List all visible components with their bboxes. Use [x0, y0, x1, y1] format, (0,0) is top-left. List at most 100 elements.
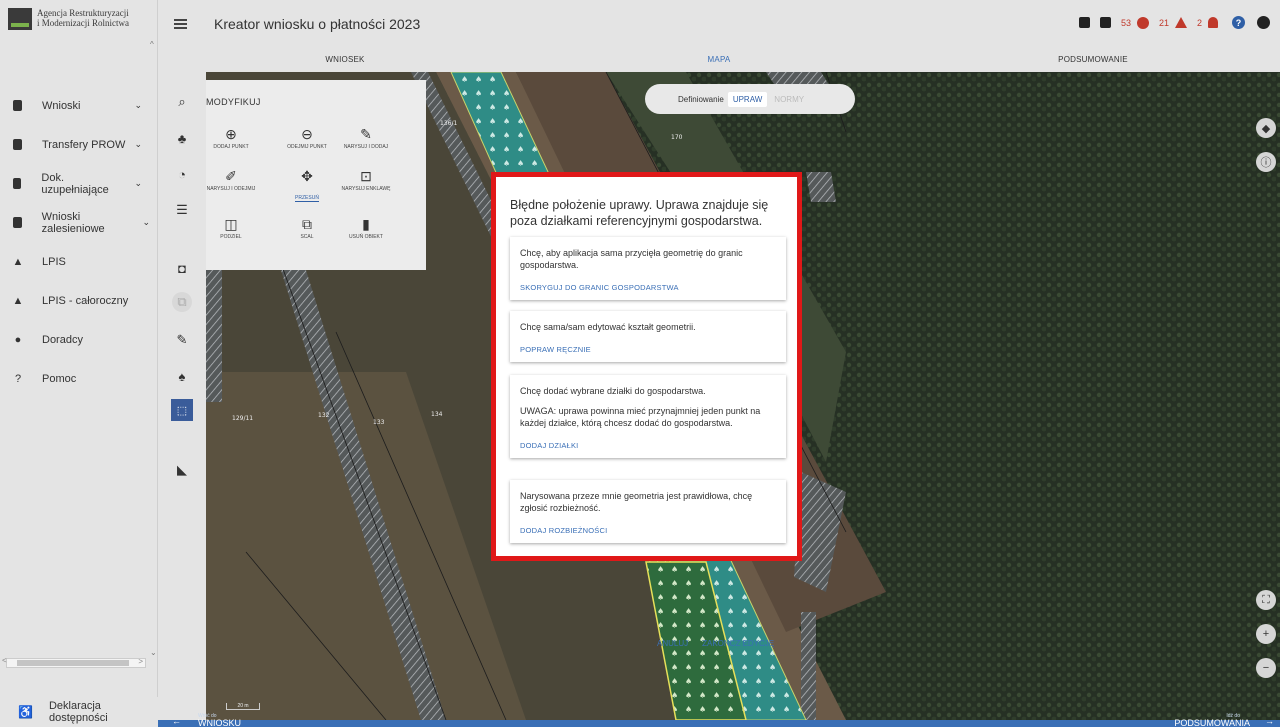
arimr-logo[interactable]: Agencja Restrukturyzacji i Modernizacji … [8, 8, 148, 48]
sidebar-item-wnioski-zalesieniowe[interactable]: Wnioski zalesieniowe ⌄ [0, 203, 158, 242]
crop-layer-icon[interactable]: ♣ [172, 128, 192, 148]
sidebar-item-label: Doradcy [42, 333, 83, 346]
draw-subtract-icon: ✐ [225, 168, 237, 184]
draw-add-tool[interactable]: ✎ NARYSUJ I DODAJ [339, 126, 393, 150]
option-text: Chcę dodać wybrane działki do gospodarst… [520, 386, 706, 396]
sidebar-item-label: LPIS [42, 255, 66, 268]
sidebar-item-label: Dok. uzupełniające [41, 171, 109, 196]
logo-mark-icon [8, 8, 32, 30]
sidebar-scroll-down-icon[interactable]: ⌄ [150, 648, 157, 657]
copy-geometry-icon[interactable]: ⧉ [172, 292, 192, 312]
tab-podsumowanie[interactable]: PODSUMOWANIE [906, 48, 1280, 72]
area-stats-icon[interactable]: ◔ [172, 164, 192, 184]
remove-point-icon: ⊖ [301, 126, 313, 142]
notification-count: 2 [1196, 17, 1202, 28]
scroll-right-icon[interactable]: > [138, 657, 143, 666]
move-tool[interactable]: ✥ PRZESUŃ [280, 168, 334, 204]
scroll-left-icon[interactable]: < [2, 656, 7, 665]
merge-tool[interactable]: ⧉ SCAL [280, 216, 334, 240]
chevron-down-icon: ⌄ [134, 139, 142, 149]
mode-norms-button[interactable]: NORMY [769, 92, 809, 107]
zoom-out-icon[interactable]: − [1256, 658, 1276, 678]
sidebar-scroll-up-icon[interactable]: ^ [150, 40, 154, 49]
save-icon[interactable] [1078, 17, 1090, 28]
list-icon[interactable]: ☰ [172, 200, 192, 220]
parcel-label: 132 [318, 412, 330, 419]
back-to-application-button[interactable]: WNIOSKU [198, 719, 241, 727]
sidebar-item-doradcy[interactable]: ● Doradcy [0, 320, 158, 359]
help-icon[interactable]: ? [1232, 16, 1245, 29]
document-icon [13, 100, 22, 111]
sidebar-horizontal-scrollbar[interactable]: < > [2, 656, 146, 668]
add-point-tool[interactable]: ⊕ DODAJ PUNKT [204, 126, 258, 150]
sidebar-item-lpis-caloroczny[interactable]: ▲ LPIS - całoroczny [0, 281, 158, 320]
sidebar-item-pomoc[interactable]: ? Pomoc [0, 359, 158, 398]
option-text: Chcę sama/sam edytować kształt geometrii… [520, 322, 696, 332]
sidebar-item-label: LPIS - całoroczny [42, 294, 129, 307]
cancel-button[interactable]: ANULUJ [657, 639, 688, 648]
definition-mode-toggle: Definiowanie UPRAW NORMY [645, 84, 855, 114]
bottom-nav: ← Wróć do WNIOSKU Idź do PODSUMOWANIA → [158, 713, 1280, 727]
parcel-label: 133 [373, 419, 385, 426]
enclave-tool[interactable]: ⊡ NARYSUJ ENKLAWĘ [339, 168, 393, 192]
add-parcels-button[interactable]: DODAJ DZIAŁKI [520, 441, 776, 450]
parcel-label: 136/1 [440, 120, 457, 127]
add-discrepancy-button[interactable]: DODAJ ROZBIEŻNOŚCI [520, 526, 776, 535]
chevron-down-icon: ⌄ [134, 100, 142, 110]
modify-geometry-icon[interactable]: ⬚ [171, 399, 193, 421]
layers-icon[interactable]: ◆ [1256, 118, 1276, 138]
sidebar-item-wnioski[interactable]: Wnioski ⌄ [0, 86, 158, 125]
info-icon[interactable]: ⓘ [1256, 152, 1276, 172]
remove-point-tool[interactable]: ⊖ ODEJMIJ PUNKT [280, 126, 334, 150]
manual-fix-button[interactable]: POPRAW RĘCZNIE [520, 345, 776, 354]
zoom-in-icon[interactable]: + [1256, 624, 1276, 644]
dialog-title: Błędne położenie uprawy. Uprawa znajduje… [510, 198, 769, 228]
auto-trim-button[interactable]: SKORYGUJ DO GRANIC GOSPODARSTWA [520, 283, 776, 292]
sidebar-item-dok-uzupelniajace[interactable]: Dok. uzupełniające ⌄ [0, 164, 158, 203]
split-icon: ◫ [224, 216, 238, 232]
go-to-summary-button[interactable]: PODSUMOWANIA [1174, 719, 1250, 727]
arrow-right-icon[interactable]: → [1265, 716, 1274, 726]
bell-icon[interactable] [1208, 17, 1218, 28]
split-tool[interactable]: ◫ PODZIEL [204, 216, 258, 240]
modify-panel-title: MODYFIKUJ [206, 97, 261, 107]
error-icon[interactable] [1136, 16, 1149, 29]
finish-edit-button[interactable]: ZAKOŃCZ EDYCJĘ [702, 639, 774, 648]
sidebar-item-transfery[interactable]: Transfery PROW ⌄ [0, 125, 158, 164]
tab-mapa[interactable]: MAPA [532, 48, 906, 72]
option-report-discrepancy: Narysowana przeze mnie geometria jest pr… [510, 480, 786, 543]
move-icon: ✥ [301, 168, 313, 184]
accessibility-declaration-link[interactable]: ♿ Deklaracja dostępności [0, 697, 158, 727]
option-text: Narysowana przeze mnie geometria jest pr… [520, 491, 753, 513]
mode-crops-button[interactable]: UPRAW [727, 91, 768, 107]
logo-line1: Agencja Restrukturyzacji [37, 8, 129, 18]
fullscreen-icon[interactable]: ⛶ [1256, 590, 1276, 610]
warning-icon[interactable] [1174, 17, 1187, 28]
modify-panel: MODYFIKUJ ⊕ DODAJ PUNKT ⊖ ODEJMIJ PUNKT … [206, 80, 426, 270]
user-account-icon[interactable] [1257, 16, 1270, 29]
hamburger-menu-icon[interactable] [174, 17, 187, 31]
header-toolbar: 53 21 2 ? [1078, 16, 1270, 29]
page-title: Kreator wniosku o płatności 2023 [214, 16, 421, 32]
print-icon[interactable] [1099, 17, 1111, 28]
accessibility-icon: ♿ [18, 705, 33, 719]
pencil-icon[interactable]: ✎ [172, 330, 192, 350]
parcel-label: 129/11 [232, 415, 253, 422]
forest-icon[interactable]: ♠ [172, 366, 192, 386]
sidebar-item-label: Wnioski [42, 99, 81, 112]
measure-icon[interactable]: ◣ [172, 460, 192, 480]
geometry-error-dialog: Błędne położenie uprawy. Uprawa znajduje… [491, 172, 802, 561]
draw-subtract-tool[interactable]: ✐ NARYSUJ I ODEJMIJ [204, 168, 258, 192]
delete-object-tool[interactable]: ▮ USUŃ OBIEKT [339, 216, 393, 240]
document-icon [13, 139, 22, 150]
arrow-left-icon[interactable]: ← [172, 716, 181, 726]
add-point-icon: ⊕ [225, 126, 237, 142]
sidebar-item-lpis[interactable]: ▲ LPIS [0, 242, 158, 281]
warning-count: 21 [1158, 17, 1169, 28]
tab-wniosek[interactable]: WNIOSEK [158, 48, 532, 72]
map-tool-strip: ⌕ ♣ ◔ ☰ ◘ ⧉ ✎ ♠ ⬚ ◣ [158, 72, 206, 720]
select-vertex-icon[interactable]: ◘ [172, 258, 192, 278]
merge-icon: ⧉ [302, 216, 312, 232]
scrollbar-thumb[interactable] [17, 660, 129, 666]
search-icon[interactable]: ⌕ [172, 92, 192, 112]
